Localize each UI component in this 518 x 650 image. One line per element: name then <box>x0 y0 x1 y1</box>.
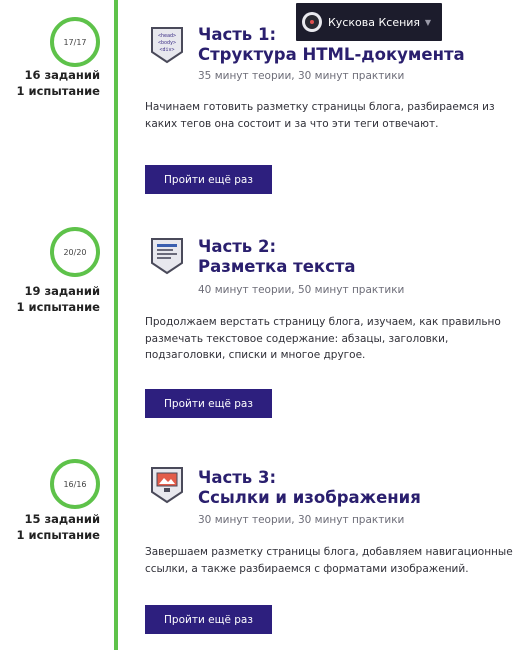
retry-button[interactable]: Пройти ещё раз <box>145 165 272 194</box>
chapter-name: Структура HTML-документа <box>198 45 465 64</box>
tasks-count: 15 заданий <box>24 512 100 526</box>
chapter-description: Завершаем разметку страницы блога, добав… <box>145 546 513 575</box>
chevron-down-icon: ▼ <box>424 17 431 27</box>
chapter-description: Продолжаем верстать страницу блога, изуч… <box>145 316 501 361</box>
html-document-icon: <head> <body> <div> <box>151 27 183 64</box>
chapter-description: Начинаем готовить разметку страницы блог… <box>145 101 495 130</box>
trials-count: 1 испытание <box>16 528 100 542</box>
progress-count: 20/20 <box>63 247 87 257</box>
text-markup-icon <box>151 238 183 275</box>
user-name: Кускова Ксения <box>328 15 421 29</box>
chapter-number: Часть 3: <box>198 468 277 487</box>
chapter-name: Ссылки и изображения <box>198 488 421 507</box>
chapter-title[interactable]: Часть 3: Ссылки и изображения <box>198 468 421 508</box>
progress-circle: 20/20 <box>50 227 100 277</box>
chapter-number: Часть 2: <box>198 237 277 256</box>
progress-circle: 17/17 <box>50 17 100 67</box>
icon-text-div: <div> <box>159 47 174 53</box>
retry-button[interactable]: Пройти ещё раз <box>145 389 272 418</box>
chapter-duration: 35 минут теории, 30 минут практики <box>198 70 405 82</box>
tasks-count: 19 заданий <box>24 284 100 298</box>
progress-count: 17/17 <box>63 37 87 47</box>
chapter-stats: 15 заданий 1 испытание <box>0 511 100 543</box>
chapter-title[interactable]: Часть 2: Разметка текста <box>198 237 356 277</box>
avatar <box>302 12 322 32</box>
tasks-count: 16 заданий <box>24 68 100 82</box>
chapter-stats: 16 заданий 1 испытание <box>0 67 100 99</box>
chapter-duration: 30 минут теории, 30 минут практики <box>198 514 405 526</box>
timeline-line <box>114 0 118 650</box>
trials-count: 1 испытание <box>16 300 100 314</box>
progress-circle: 16/16 <box>50 459 100 509</box>
trials-count: 1 испытание <box>16 84 100 98</box>
icon-text-head: <head> <box>158 33 176 39</box>
icon-text-body: <body> <box>158 40 176 46</box>
chapter-name: Разметка текста <box>198 257 356 276</box>
image-link-icon <box>151 467 183 504</box>
chapter-duration: 40 минут теории, 50 минут практики <box>198 284 405 296</box>
retry-button[interactable]: Пройти ещё раз <box>145 605 272 634</box>
user-menu[interactable]: Кускова Ксения ▼ <box>296 3 442 41</box>
progress-count: 16/16 <box>63 479 87 489</box>
chapter-stats: 19 заданий 1 испытание <box>0 283 100 315</box>
